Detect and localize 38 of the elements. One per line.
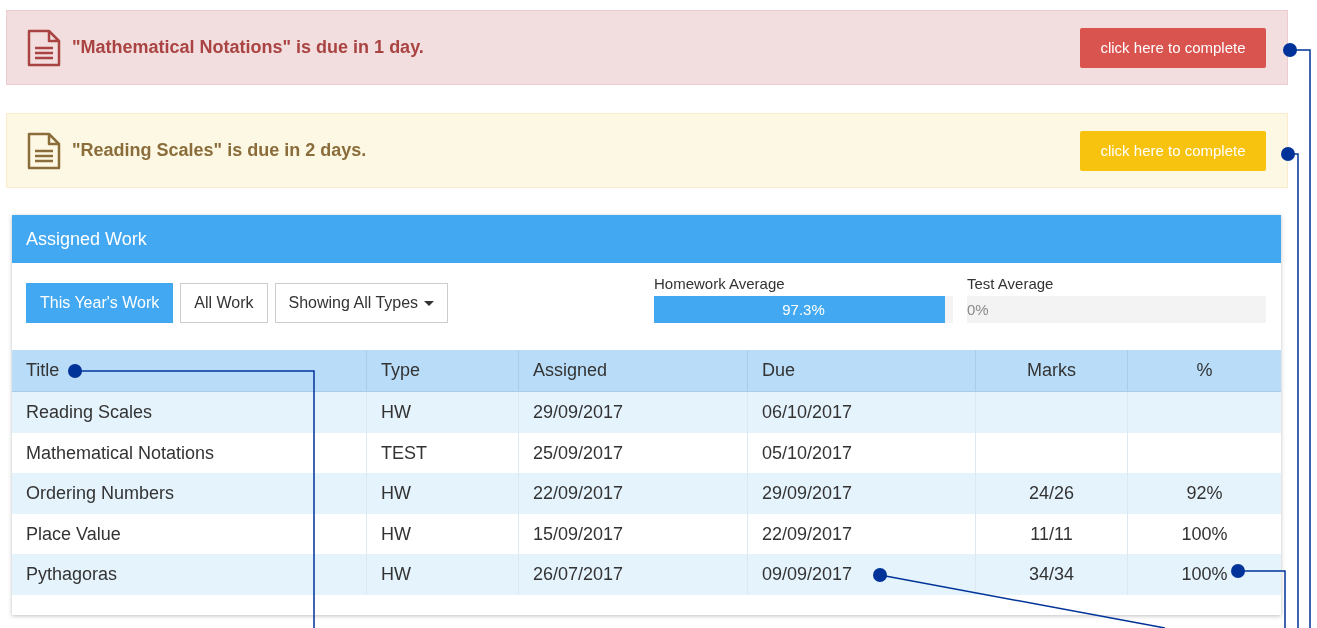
table-cell: HW (367, 554, 519, 595)
table-cell: Mathematical Notations (12, 432, 367, 473)
column-header: % (1128, 350, 1281, 392)
complete-button[interactable]: click here to complete (1080, 27, 1266, 68)
column-header: Title (12, 350, 367, 392)
table-cell: 24/26 (976, 473, 1128, 514)
document-icon (27, 131, 61, 170)
column-header: Due (748, 350, 976, 392)
filter-button[interactable]: This Year's Work (26, 283, 174, 323)
average-label: Test Average (967, 275, 1055, 292)
average-label: Homework Average (654, 275, 786, 292)
column-header: Assigned (519, 350, 748, 392)
table-cell: Ordering Numbers (12, 473, 367, 514)
progress-reading: 97.3% (781, 300, 826, 320)
table-cell: 34/34 (976, 554, 1128, 595)
table-cell: 06/10/2017 (748, 392, 976, 433)
table-cell: 92% (1128, 473, 1281, 514)
caret-icon (424, 300, 435, 306)
table-cell: HW (367, 473, 519, 514)
table-cell: 09/09/2017 (748, 554, 976, 595)
panel-title: Assigned Work (12, 215, 1281, 263)
table-cell: Pythagoras (12, 554, 367, 595)
table-cell: Place Value (12, 513, 367, 554)
table-cell: 29/09/2017 (519, 392, 748, 433)
column-header: Marks (976, 350, 1128, 392)
alert-message: "Reading Scales" is due in 2 days. (72, 140, 368, 161)
table-cell: Reading Scales (12, 392, 367, 433)
document-icon (27, 28, 61, 67)
table-cell: HW (367, 392, 519, 433)
progress-reading: 0% (967, 300, 990, 320)
filter-button[interactable]: All Work (180, 283, 268, 323)
table-cell: 29/09/2017 (748, 473, 976, 514)
type-dropdown[interactable]: Showing All Types (274, 283, 449, 323)
table-cell: 26/07/2017 (519, 554, 748, 595)
table-cell: 22/09/2017 (519, 473, 748, 514)
table-cell: 100% (1128, 554, 1281, 595)
column-header: Type (367, 350, 519, 392)
alert-message: "Mathematical Notations" is due in 1 day. (72, 37, 425, 58)
